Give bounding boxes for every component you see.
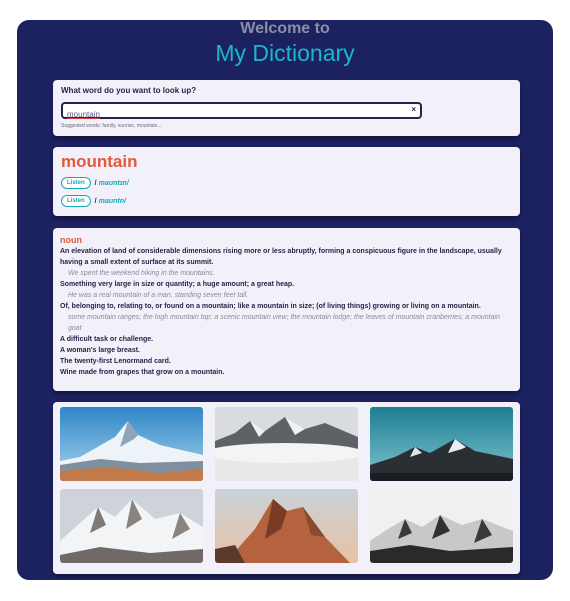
definition: Something very large in size or quantity… bbox=[60, 281, 295, 288]
definition: A woman's large breast. bbox=[60, 347, 140, 354]
listen-button[interactable]: Listen bbox=[61, 177, 91, 189]
mountain-photo[interactable] bbox=[370, 407, 513, 481]
definition: Of, belonging to, relating to, or found … bbox=[60, 303, 481, 310]
definition: Wine made from grapes that grow on a mou… bbox=[60, 369, 225, 376]
definition: An elevation of land of considerable dim… bbox=[60, 248, 502, 266]
mountain-photo[interactable] bbox=[60, 407, 203, 481]
suggested-words: Suggested words: family, sunrise, mounta… bbox=[61, 123, 162, 129]
phonetic-value: maʊntn/ bbox=[98, 197, 126, 205]
definition: A difficult task or challenge. bbox=[60, 336, 154, 343]
example: He was a real mountain of a man, standin… bbox=[68, 292, 249, 299]
word-heading: mountain bbox=[61, 152, 138, 171]
example: some mountain ranges; the high mountain … bbox=[68, 314, 500, 332]
search-question: What word do you want to look up? bbox=[61, 86, 197, 95]
phonetic-text: / maʊntɪn/ bbox=[95, 180, 129, 187]
mountain-photo[interactable] bbox=[370, 489, 513, 563]
mountain-photo[interactable] bbox=[215, 407, 358, 481]
clear-icon[interactable]: × bbox=[411, 105, 416, 114]
definition: The twenty-first Lenormand card. bbox=[60, 358, 171, 365]
image-grid bbox=[60, 407, 513, 563]
phonetic-value: maʊntɪn/ bbox=[98, 179, 129, 187]
phonetic-text: / maʊntn/ bbox=[95, 198, 126, 205]
mountain-photo[interactable] bbox=[215, 489, 358, 563]
search-box: × bbox=[61, 102, 422, 121]
header: Welcome to My Dictionary bbox=[17, 20, 553, 67]
word-card: mountain Listen / maʊntɪn/ Listen / maʊntn… bbox=[53, 147, 520, 216]
part-of-speech: noun bbox=[60, 235, 82, 245]
phonetic-slash: / bbox=[94, 197, 97, 205]
mountain-photo[interactable] bbox=[60, 489, 203, 563]
listen-button[interactable]: Listen bbox=[61, 195, 91, 207]
phonetic-row: Listen / maʊntɪn/ bbox=[61, 176, 512, 190]
definitions-card: noun An elevation of land of considerabl… bbox=[53, 228, 520, 391]
example: We spent the weekend hiking in the mount… bbox=[68, 270, 215, 277]
search-card: What word do you want to look up? × Sugg… bbox=[53, 80, 520, 136]
phonetic-row: Listen / maʊntn/ bbox=[61, 194, 512, 208]
images-card bbox=[53, 402, 520, 574]
phonetic-slash: / bbox=[94, 179, 97, 187]
search-input[interactable] bbox=[63, 108, 420, 121]
app-title: My Dictionary bbox=[215, 40, 355, 66]
welcome-text: Welcome to bbox=[240, 20, 330, 37]
app-container: Welcome to My Dictionary What word do yo… bbox=[17, 20, 553, 580]
